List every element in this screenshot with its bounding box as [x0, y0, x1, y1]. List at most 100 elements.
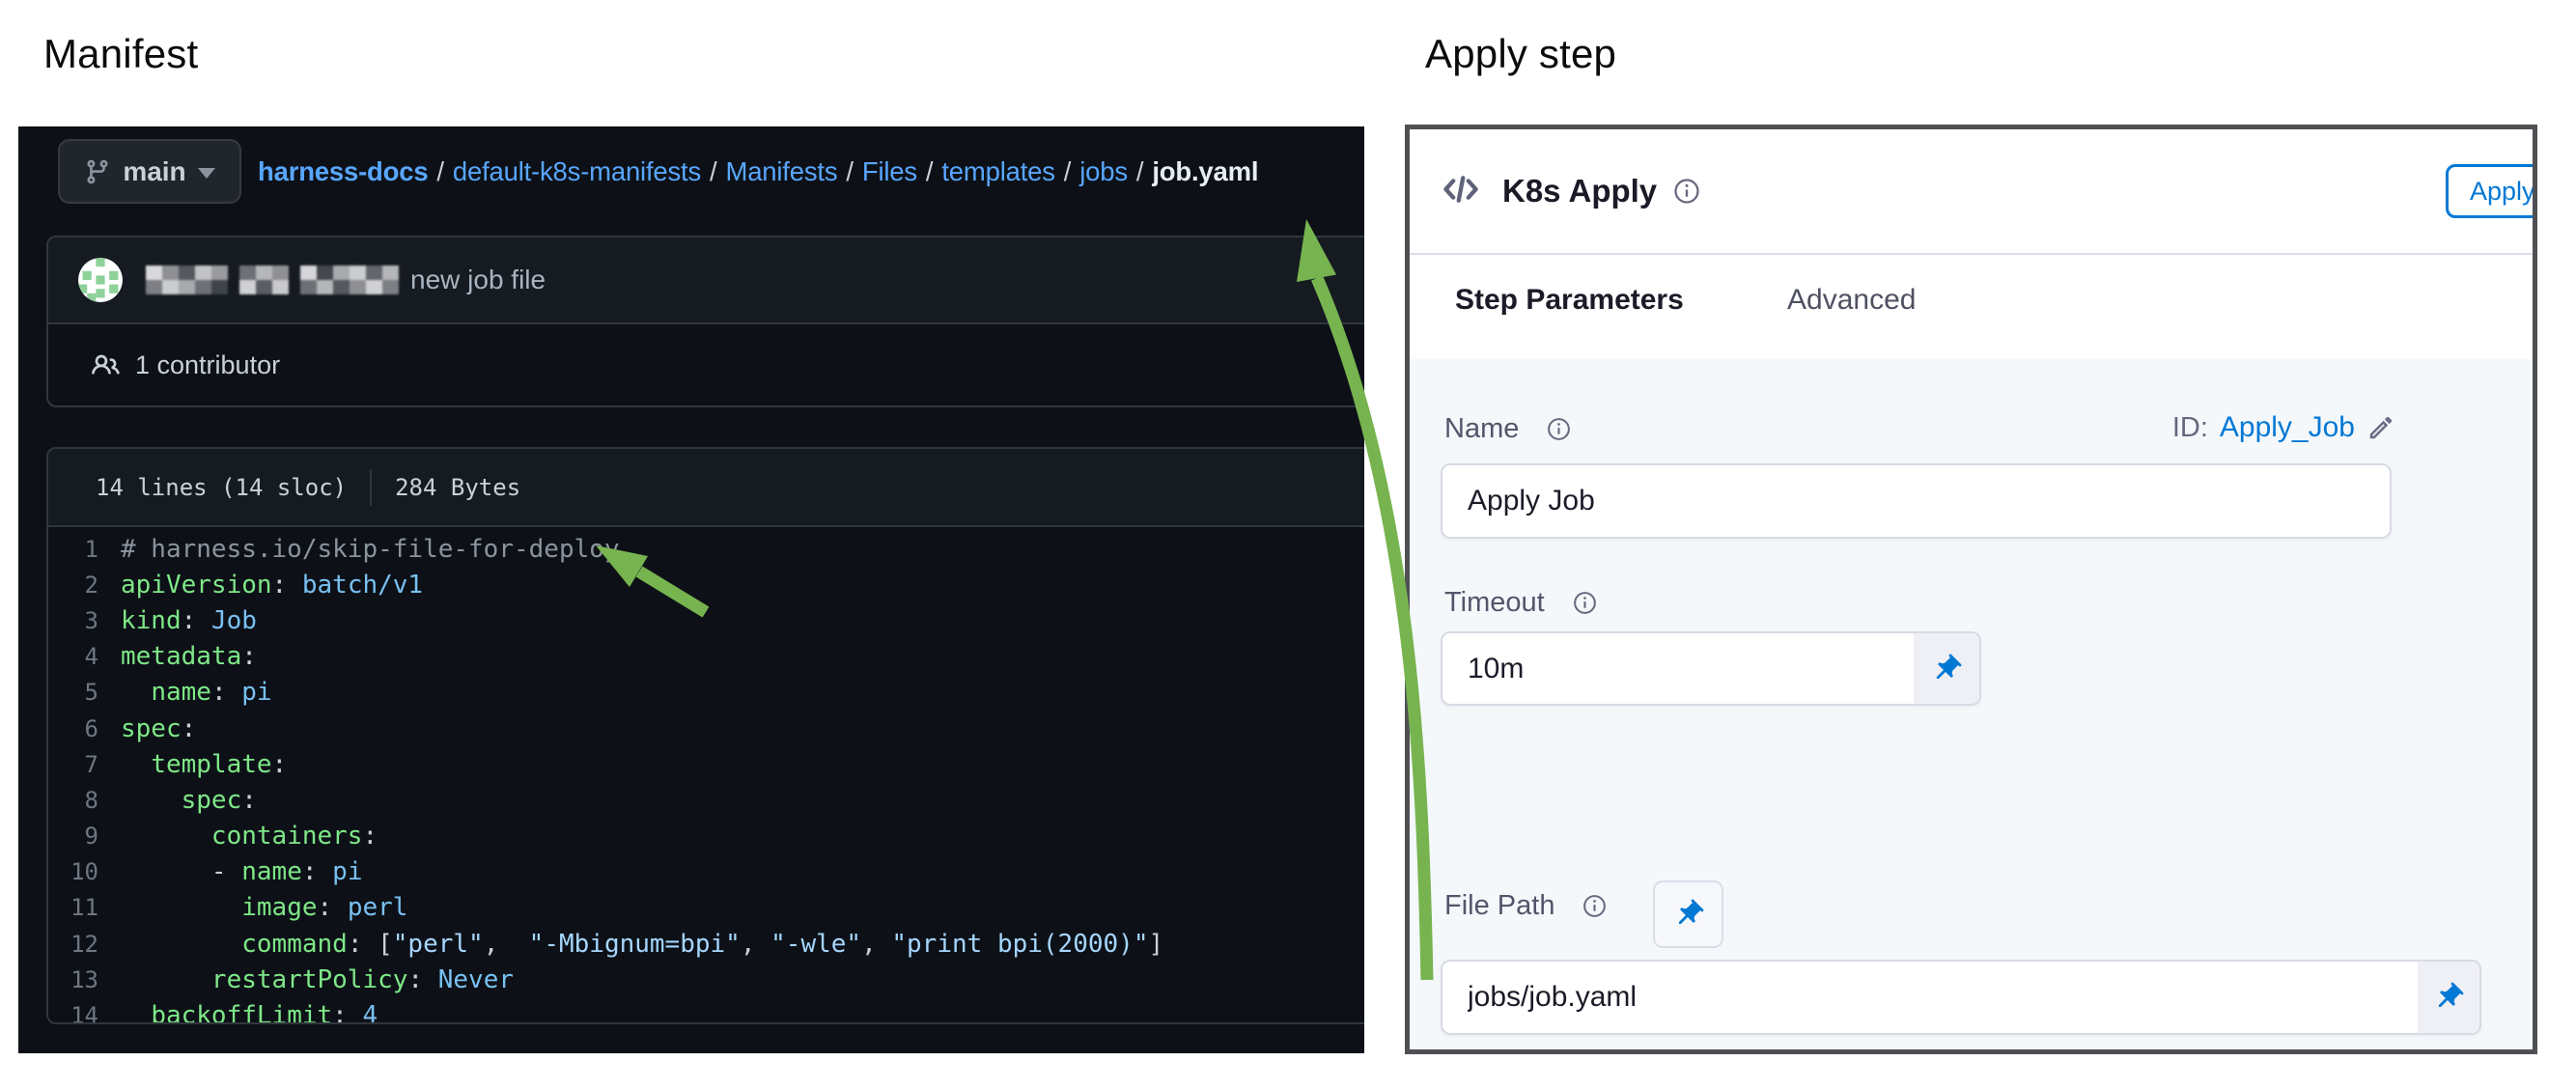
- line-number[interactable]: 12: [48, 931, 121, 958]
- line-number[interactable]: 13: [48, 966, 121, 993]
- code-line: 4metadata:: [48, 639, 1364, 675]
- code-line: 7 template:: [48, 746, 1364, 782]
- breadcrumb-item-templates[interactable]: templates: [941, 156, 1054, 187]
- avatar[interactable]: [78, 258, 123, 302]
- step-header: K8s Apply Apply: [1410, 129, 2533, 253]
- line-number[interactable]: 8: [48, 787, 121, 814]
- code-text: spec:: [121, 786, 257, 815]
- pin-icon: [1923, 645, 1970, 691]
- code-text: backoffLimit: 4: [121, 1001, 378, 1024]
- file-path-info-icon[interactable]: [1582, 893, 1608, 919]
- code-line: 12 command: ["perl", "-Mbignum=bpi", "-w…: [48, 926, 1364, 962]
- id-value-link[interactable]: Apply_Job: [2220, 411, 2355, 444]
- code-line: 9 containers:: [48, 819, 1364, 854]
- breadcrumb-separator: /: [917, 156, 941, 187]
- file-path-pin-button[interactable]: [1653, 880, 1723, 948]
- branch-name-label: main: [123, 156, 185, 187]
- line-number[interactable]: 1: [48, 536, 121, 563]
- breadcrumb-item-harness-docs[interactable]: harness-docs: [258, 156, 428, 187]
- name-info-icon[interactable]: [1546, 416, 1572, 442]
- name-input[interactable]: [1441, 463, 2392, 539]
- file-path-label: File Path: [1444, 890, 1554, 922]
- contributor-count: 1 contributor: [135, 350, 280, 380]
- code-line: 3kind: Job: [48, 602, 1364, 638]
- code-text: image: perl: [121, 893, 407, 922]
- code-line: 10 - name: pi: [48, 854, 1364, 890]
- file-line-count: 14 lines (14 sloc): [96, 474, 347, 501]
- timeout-info-icon[interactable]: [1572, 590, 1598, 616]
- line-number[interactable]: 10: [48, 858, 121, 885]
- code-text: kind: Job: [121, 606, 257, 635]
- edit-pencil-icon[interactable]: [2366, 413, 2395, 442]
- code-step-icon: [1441, 171, 1481, 212]
- line-number[interactable]: 3: [48, 607, 121, 634]
- step-parameters-form: Name ID: Apply_Job Timeout: [1410, 359, 2533, 1049]
- code-line: 1# harness.io/skip-file-for-deploy: [48, 531, 1364, 567]
- line-number[interactable]: 2: [48, 572, 121, 599]
- breadcrumb-item-Manifests[interactable]: Manifests: [726, 156, 838, 187]
- name-label: Name: [1444, 413, 1519, 445]
- step-info-icon[interactable]: [1672, 177, 1701, 206]
- breadcrumb-item-default-k8s-manifests[interactable]: default-k8s-manifests: [453, 156, 701, 187]
- pin-icon: [2425, 974, 2472, 1020]
- code-text: command: ["perl", "-Mbignum=bpi", "-wle"…: [121, 930, 1163, 959]
- code-text: name: pi: [121, 678, 272, 707]
- git-branch-icon: [84, 158, 111, 185]
- breadcrumb-separator: /: [1055, 156, 1079, 187]
- commit-message[interactable]: new job file: [410, 265, 546, 295]
- contributors-row[interactable]: 1 contributor: [48, 322, 1364, 405]
- breadcrumb-item-job.yaml: job.yaml: [1152, 156, 1258, 187]
- file-content-card: 14 lines (14 sloc) 284 Bytes 1# harness.…: [46, 447, 1364, 1024]
- breadcrumb: harness-docs/default-k8s-manifests/Manif…: [258, 126, 1258, 216]
- chevron-down-icon: [198, 168, 215, 179]
- breadcrumb-separator: /: [1128, 156, 1152, 187]
- timeout-input[interactable]: [1441, 631, 1981, 706]
- code-text: # harness.io/skip-file-for-deploy: [121, 535, 620, 564]
- apply-button[interactable]: Apply: [2446, 164, 2537, 218]
- code-line: 14 backoffLimit: 4: [48, 997, 1364, 1024]
- file-path-pin-toggle[interactable]: [2418, 962, 2479, 1033]
- timeout-pin-toggle[interactable]: [1914, 633, 1979, 704]
- people-icon: [92, 351, 120, 379]
- latest-commit-row: new job file: [48, 237, 1364, 322]
- code-text: metadata:: [121, 642, 257, 671]
- step-title: K8s Apply: [1502, 173, 1657, 209]
- code-line: 2apiVersion: batch/v1: [48, 567, 1364, 602]
- line-number[interactable]: 11: [48, 894, 121, 921]
- code-text: spec:: [121, 714, 196, 743]
- file-meta-bar: 14 lines (14 sloc) 284 Bytes: [48, 449, 1364, 527]
- code-line: 8 spec:: [48, 782, 1364, 818]
- code-text: containers:: [121, 822, 378, 851]
- code-text: template:: [121, 750, 287, 779]
- tab-step-parameters[interactable]: Step Parameters: [1455, 284, 1684, 317]
- file-size: 284 Bytes: [395, 474, 520, 501]
- code-text: apiVersion: batch/v1: [121, 571, 423, 600]
- meta-divider: [370, 469, 372, 506]
- breadcrumb-separator: /: [701, 156, 725, 187]
- id-label: ID:: [2172, 412, 2208, 444]
- commit-author-redacted: [146, 265, 399, 294]
- line-number[interactable]: 7: [48, 751, 121, 778]
- line-number[interactable]: 14: [48, 1002, 121, 1024]
- code-text: - name: pi: [121, 857, 362, 886]
- line-number[interactable]: 5: [48, 679, 121, 706]
- code-text: restartPolicy: Never: [121, 965, 514, 994]
- tabs-row: Step Parameters Advanced: [1410, 255, 2533, 359]
- code-line: 5 name: pi: [48, 675, 1364, 711]
- breadcrumb-separator: /: [837, 156, 861, 187]
- file-path-input[interactable]: [1441, 960, 2481, 1035]
- tab-advanced[interactable]: Advanced: [1787, 284, 1916, 317]
- line-number[interactable]: 6: [48, 715, 121, 742]
- line-number[interactable]: 9: [48, 823, 121, 850]
- code-line: 13 restartPolicy: Never: [48, 962, 1364, 997]
- branch-selector-button[interactable]: main: [58, 139, 241, 204]
- breadcrumb-item-jobs[interactable]: jobs: [1079, 156, 1128, 187]
- code-lines: 1# harness.io/skip-file-for-deploy2apiVe…: [48, 527, 1364, 1024]
- k8s-apply-step-panel: K8s Apply Apply Step Parameters Advanced…: [1405, 125, 2537, 1054]
- github-file-panel: main harness-docs/default-k8s-manifests/…: [18, 126, 1364, 1053]
- line-number[interactable]: 4: [48, 643, 121, 670]
- code-line: 6spec:: [48, 711, 1364, 746]
- breadcrumb-item-Files[interactable]: Files: [862, 156, 917, 187]
- manifest-title: Manifest: [43, 31, 198, 77]
- commit-card: new job file 1 contributor: [46, 236, 1364, 407]
